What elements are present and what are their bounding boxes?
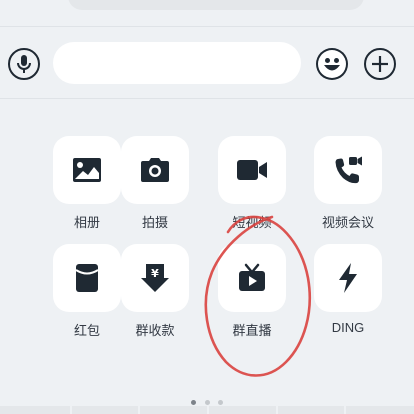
plus-icon bbox=[372, 56, 388, 72]
divider bbox=[0, 98, 414, 99]
message-input[interactable] bbox=[53, 42, 301, 84]
action-group-live[interactable]: 群直播 bbox=[218, 244, 286, 339]
action-camera[interactable]: 拍摄 bbox=[121, 136, 189, 231]
action-group-collect[interactable]: ¥ 群收款 bbox=[121, 244, 189, 339]
camera-icon bbox=[141, 158, 169, 182]
lightning-icon bbox=[339, 263, 357, 293]
action-video-meeting[interactable]: 视频会议 bbox=[314, 136, 382, 231]
action-label: 视频会议 bbox=[321, 215, 374, 230]
image-icon bbox=[73, 158, 101, 182]
voice-button[interactable] bbox=[8, 48, 40, 80]
page-dot[interactable] bbox=[191, 400, 197, 405]
yuan-collect-icon: ¥ bbox=[141, 264, 169, 292]
red-packet-icon bbox=[75, 264, 99, 292]
action-tile-box[interactable] bbox=[218, 136, 286, 204]
action-tile-box[interactable]: ¥ bbox=[121, 244, 189, 312]
action-label: 短视频 bbox=[232, 215, 272, 230]
video-camera-icon bbox=[237, 160, 267, 180]
action-label: 群收款 bbox=[135, 323, 175, 338]
action-tile-box[interactable] bbox=[121, 136, 189, 204]
svg-text:¥: ¥ bbox=[151, 267, 159, 280]
previous-message-bubble bbox=[68, 0, 364, 10]
page-dot[interactable] bbox=[204, 400, 210, 405]
action-label: 群直播 bbox=[232, 323, 272, 338]
divider bbox=[0, 26, 414, 27]
action-tile-box[interactable] bbox=[53, 244, 121, 312]
emoji-button[interactable] bbox=[316, 48, 348, 80]
input-bar bbox=[0, 40, 414, 88]
smiley-icon bbox=[318, 50, 346, 78]
more-button[interactable] bbox=[364, 48, 396, 80]
action-tile-box[interactable] bbox=[314, 244, 382, 312]
action-label: DING bbox=[331, 320, 365, 335]
action-tile-box[interactable] bbox=[218, 244, 286, 312]
live-tv-icon bbox=[239, 263, 265, 291]
action-label: 拍摄 bbox=[141, 215, 168, 230]
video-call-icon bbox=[335, 156, 362, 184]
action-short-video[interactable]: 短视频 bbox=[218, 136, 286, 231]
action-tile-box[interactable] bbox=[53, 136, 121, 204]
action-ding[interactable]: DING bbox=[314, 244, 382, 335]
microphone-icon bbox=[17, 55, 31, 73]
action-tile-box[interactable] bbox=[314, 136, 382, 204]
page-dot[interactable] bbox=[217, 400, 223, 405]
bottom-edge bbox=[0, 406, 414, 414]
